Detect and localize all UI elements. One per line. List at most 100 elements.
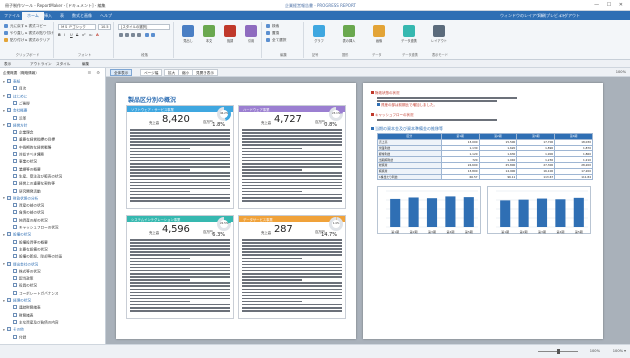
tree-checkbox[interactable] [13,210,17,215]
tree-item-14[interactable]: 経営上の重要な契約等 [9,181,55,188]
tree-item-10[interactable]: 対処すべき課題 [9,152,44,159]
tree-checkbox[interactable] [13,203,17,208]
panel-tab-3[interactable]: 編集 [82,62,89,67]
tree-checkbox[interactable] [13,268,17,273]
tree-item-15[interactable]: 研究開発活動 [9,188,41,196]
style-button-3[interactable]: 引用 [242,25,260,47]
justify-icon[interactable] [137,33,141,37]
align-left-icon[interactable] [119,33,123,37]
tree-item-9[interactable]: 中長期的な経営戦略 [9,144,51,152]
superscript-button[interactable]: x² [82,33,86,37]
tree-item-0[interactable]: ▾ 表紙 [3,79,20,86]
view-button-0[interactable]: 全体表示 [110,69,133,76]
select-all-icon[interactable] [266,38,270,42]
tree-item-26[interactable]: 株式等の状況 [9,268,41,276]
tree-checkbox[interactable] [7,232,11,237]
tree-item-5[interactable]: 沿革 [9,115,26,123]
insert-button-4[interactable]: レイアウト [430,25,448,47]
tree-checkbox[interactable] [13,283,17,288]
tree-checkbox[interactable] [13,188,17,193]
tree-checkbox[interactable] [7,79,11,83]
zoom-dropdown[interactable]: 100% ▾ [613,349,626,353]
tree-item-2[interactable]: ▾ はじめに [3,93,27,101]
tree-item-27[interactable]: 配当政策 [9,276,33,283]
edit-search[interactable]: 検索 [272,24,279,29]
panel-tab-1[interactable]: アウトライン [30,62,52,67]
numbered-list-icon[interactable] [151,33,155,37]
replace-icon[interactable] [266,31,270,35]
subscript-button[interactable]: x₂ [89,33,93,37]
search-icon[interactable] [266,24,270,28]
align-center-icon[interactable] [125,33,129,37]
tree-checkbox[interactable] [13,137,17,142]
style-select[interactable]: [スタイルの選択] [118,24,170,30]
tree-checkbox[interactable] [13,312,17,317]
insert-button-3[interactable]: データ連携 [400,25,418,47]
tree-checkbox[interactable] [13,100,17,105]
menu-tab-3[interactable]: 表 [60,13,64,19]
clipboard-line-3[interactable]: 貼り付け ▸ 書式のクリア [10,38,50,43]
tree-item-29[interactable]: コーポレートガバナンス [9,290,58,298]
zoom-slider[interactable] [538,349,578,354]
tree-checkbox[interactable] [7,122,11,127]
italic-button[interactable]: I [64,33,65,37]
edit-select-all[interactable]: 全て選択 [272,38,286,43]
zoom-slider-knob[interactable] [556,349,560,354]
tree-item-33[interactable]: 主な資産及び負債の内容 [9,319,59,327]
tree-checkbox[interactable] [13,181,17,186]
tree-checkbox[interactable] [13,152,17,156]
tree-checkbox[interactable] [13,246,17,251]
tree-item-12[interactable]: 業績等の概要 [9,166,41,174]
tree-item-13[interactable]: 生産、受注及び販売の状況 [9,173,62,181]
tree-checkbox[interactable] [13,254,17,259]
tree-checkbox[interactable] [13,276,17,281]
style-button-1[interactable]: 本文 [200,25,218,47]
tree-item-21[interactable]: ▾ 設備の状況 [3,232,31,239]
zoom-readout[interactable]: 100% [616,70,626,74]
style-button-0[interactable]: 見出し [179,25,197,47]
tree-checkbox[interactable] [13,115,17,120]
menu-tab-5[interactable]: ヘルプ [100,13,112,19]
sidebar-menu-icon[interactable]: ☰ ⚙ [88,70,102,75]
tree-item-6[interactable]: ▾ 経営方針 [3,122,27,130]
tree-item-24[interactable]: 設備の新設、除却等の計画 [9,254,62,261]
clipboard-line-1[interactable]: 元に戻す ▸ 書式コピー [10,24,46,29]
bold-button[interactable]: B [58,33,61,37]
panel-tab-2[interactable]: スタイル [56,62,70,67]
view-button-4[interactable]: 見開き表示 [192,69,218,76]
tree-checkbox[interactable] [7,108,11,113]
tree-item-28[interactable]: 役員の状況 [9,283,37,290]
tree-checkbox[interactable] [13,334,17,339]
tree-checkbox[interactable] [7,195,11,200]
tree-item-20[interactable]: キャッシュフローの状況 [9,225,59,232]
tree-item-3[interactable]: ご挨拶 [9,100,30,108]
tree-checkbox[interactable] [13,86,17,91]
insert-button-0[interactable]: グラフ [310,25,328,47]
tree-item-25[interactable]: ▾ 提出会社の状況 [3,261,38,269]
tree-checkbox[interactable] [13,217,17,222]
strike-button[interactable]: S [76,33,78,37]
tree-item-1[interactable]: 目次 [9,86,26,93]
insert-button-2[interactable]: 画像 [370,25,388,47]
paste-icon[interactable] [4,38,8,42]
page-left[interactable]: 製品区分別の概況 ソフトウェア・サービス事業 46.2% 売上高 8,420 百万円 1.… [116,83,356,339]
tree-checkbox[interactable] [13,130,17,135]
tree-item-22[interactable]: 設備投資等の概要 [9,239,48,247]
tree-item-16[interactable]: ▾ 財政状態の分析 [3,195,38,203]
tree-checkbox[interactable] [13,225,17,229]
underline-button[interactable]: U [70,33,73,37]
style-button-2[interactable]: 強調 [221,25,239,47]
tree-item-35[interactable]: 付録 [9,334,26,342]
tree-item-11[interactable]: 事業の状況 [9,159,37,166]
redo-icon[interactable] [4,31,8,35]
tree-checkbox[interactable] [13,166,17,171]
tree-checkbox[interactable] [13,144,17,149]
tree-item-32[interactable]: 財務諸表 [9,312,33,320]
tree-item-7[interactable]: 企業理念 [9,130,33,137]
tree-checkbox[interactable] [7,261,11,266]
page-right[interactable]: 財政状態の状況 資産の部は前期比で増加しました。 キャッシュフローの状況 当期の… [363,83,603,339]
insert-button-1[interactable]: 表の挿入 [340,25,358,47]
tree-item-8[interactable]: 重要な経営指標の目標 [9,137,55,144]
menu-tab-2[interactable]: 挿入 [44,13,52,19]
view-button-1[interactable]: ページ幅 [140,69,163,76]
